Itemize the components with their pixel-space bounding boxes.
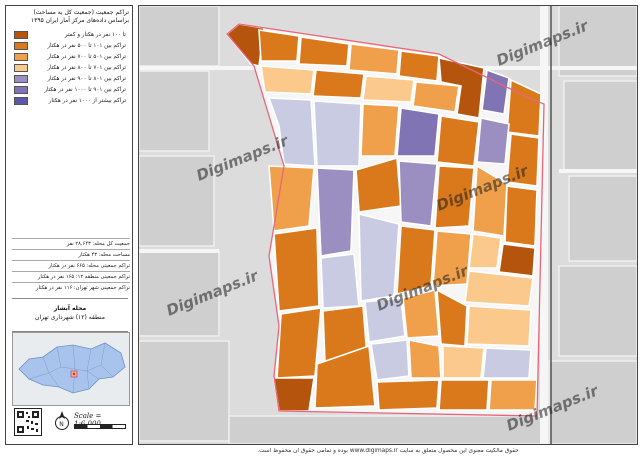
legend-item: تراکم بین ۷۰۱ تا ۸۰۰ نفر در هکتار [8,63,126,73]
region-box: محله آبشار منطقه (۱۲) شهرداری تهران [12,298,128,332]
map-sheet: تراکم جمعیت (جمعیت کل به مساحت) براساس د… [0,0,643,461]
stat-row: مساحت محله: ۴۳ هکتار [12,249,130,260]
legend-swatch [14,86,28,94]
legend-item: تراکم بین ۸۰۱ تا ۹۰۰ نفر در هکتار [8,74,126,84]
legend-label: تراکم بیشتر از ۱۰۰۰ نفر در هکتار [48,98,126,104]
legend-title: تراکم جمعیت (جمعیت کل به مساحت) براساس د… [9,9,129,25]
legend-swatch [14,42,28,50]
legend-swatch [14,75,28,83]
legend-item: تراکم بین ۹۰۱ تا ۱۰۰۰ نفر در هکتار [8,85,126,95]
stat-row: تراکم جمعیتی محله: ۶۶۵ نفر در هکتار [12,260,130,271]
location-marker [72,372,76,376]
legend-swatch [14,53,28,61]
legend-item: تراکم بیشتر از ۱۰۰۰ نفر در هکتار [8,96,126,106]
legend-label: تراکم بین ۸۰۱ تا ۹۰۰ نفر در هکتار [47,76,126,82]
inset-map [12,332,130,406]
region-sub: منطقه (۱۲) شهرداری تهران [35,314,105,321]
legend-swatch [14,64,28,72]
stat-row: تراکم جمعیتی شهر تهران: ۱۱۶ نفر در هکتار [12,282,130,293]
qr-code-icon [14,408,42,436]
map-canvas: Digimaps.ir Digimaps.ir Digimaps.ir Digi… [139,6,637,444]
legend-panel: تراکم جمعیت (جمعیت کل به مساحت) براساس د… [5,5,133,445]
scale-bar [74,424,126,429]
inset-map-svg [18,342,126,394]
map-frame: Digimaps.ir Digimaps.ir Digimaps.ir Digi… [138,5,638,445]
tehran-outline [18,342,126,394]
legend-item: تراکم بین ۵۰۱ تا ۷۰۰ نفر در هکتار [8,52,126,62]
legend-swatch [14,97,28,105]
stat-row: جمعیت کل محله: ۲۸,۶۴۳ نفر [12,238,130,249]
legend-label: تراکم بین ۵۰۱ تا ۷۰۰ نفر در هکتار [47,54,126,60]
legend-item: تا ۱۰۰ نفر در هکتار و کمتر [8,30,126,40]
stat-row: تراکم جمعیتی منطقه ۱۲: ۱۶۵ نفر در هکتار [12,271,130,282]
legend-label: تراکم بین ۷۰۱ تا ۸۰۰ نفر در هکتار [47,65,126,71]
svg-text:N: N [59,421,64,428]
legend-label: تراکم بین ۹۰۱ تا ۱۰۰۰ نفر در هکتار [44,87,126,93]
legend-label: تا ۱۰۰ نفر در هکتار و کمتر [64,32,126,38]
legend-label: تراکم بین ۱۰۱ تا ۵۰۰ نفر در هکتار [47,43,126,49]
legend-title-line2: براساس داده‌های مرکز آمار ایران ۱۳۹۵ [30,17,129,24]
copyright-credit: حقوق مالکیت معنوی این محصول متعلق به سای… [257,448,519,454]
region-name: محله آبشار [53,305,87,312]
legend-footer: N Scale = 1:6,000 [12,406,128,442]
legend-item: تراکم بین ۱۰۱ تا ۵۰۰ نفر در هکتار [8,41,126,51]
legend-swatch [14,31,28,39]
north-arrow-icon: N [54,410,70,432]
legend-title-line1: تراکم جمعیت (جمعیت کل به مساحت) [33,9,129,16]
